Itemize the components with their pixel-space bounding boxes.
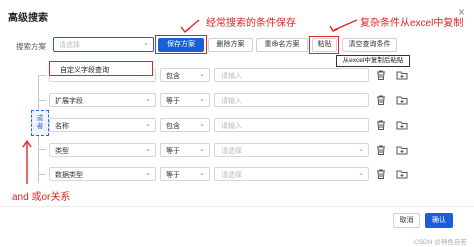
trash-icon[interactable] — [375, 119, 387, 131]
bracket-tick — [38, 100, 46, 101]
field-select[interactable]: 类型 ⌄ — [49, 143, 156, 157]
operator-value: 包含 — [166, 73, 180, 80]
field-select-value: 类型 — [55, 148, 69, 155]
value-input[interactable]: 请输入 — [214, 68, 369, 82]
value-select[interactable]: 请选择 ⌄ — [214, 167, 369, 181]
operator-select[interactable]: 包含 ⌄ — [160, 68, 210, 82]
chevron-down-icon: ⌄ — [199, 146, 205, 153]
chevron-down-icon: ⌄ — [358, 146, 364, 153]
chevron-down-icon: ⌄ — [199, 121, 205, 128]
field-select-value: 扩展字段 — [55, 98, 83, 105]
bracket-tick — [38, 149, 46, 150]
conjunction-toggle[interactable]: 或者 — [31, 110, 49, 136]
watermark: CSDN @神色自若 — [414, 239, 467, 246]
value-placeholder: 请输入 — [221, 73, 242, 80]
value-placeholder: 请输入 — [221, 98, 242, 105]
trash-icon[interactable] — [375, 144, 387, 156]
chevron-down-icon: ⌄ — [145, 121, 151, 128]
field-select[interactable]: 扩展字段 ⌄ — [49, 93, 156, 107]
field-select[interactable]: 数据类型 ⌄ — [49, 167, 156, 181]
chevron-down-icon: ⌄ — [145, 170, 151, 177]
operator-select[interactable]: 等于 ⌄ — [160, 93, 210, 107]
chevron-down-icon: ⌄ — [145, 146, 151, 153]
save-arrow-head — [180, 26, 191, 33]
operator-select[interactable]: 等于 ⌄ — [160, 143, 210, 157]
footer-divider — [0, 206, 474, 207]
trash-icon[interactable] — [375, 94, 387, 106]
operator-select[interactable]: 包含 ⌄ — [160, 118, 210, 132]
chevron-down-icon: ⌄ — [145, 96, 151, 103]
conjunction-label: 或者 — [36, 115, 44, 130]
operator-value: 包含 — [166, 123, 180, 130]
add-folder-icon[interactable] — [396, 69, 408, 81]
bracket-tick — [38, 75, 46, 76]
dropdown-option-label: 自定义字段查询 — [60, 67, 109, 74]
cancel-button[interactable]: 取消 — [393, 213, 420, 228]
trash-icon[interactable] — [375, 168, 387, 180]
value-placeholder: 请选择 — [221, 172, 242, 179]
chevron-down-icon: ⌄ — [358, 170, 364, 177]
add-folder-icon[interactable] — [396, 119, 408, 131]
bracket-tick — [38, 174, 46, 175]
value-placeholder: 请选择 — [221, 148, 242, 155]
value-input[interactable]: 请输入 — [214, 118, 369, 132]
operator-value: 等于 — [166, 148, 180, 155]
chevron-down-icon: ⌄ — [199, 96, 205, 103]
chevron-down-icon: ⌄ — [199, 170, 205, 177]
field-select[interactable]: 名称 ⌄ — [49, 118, 156, 132]
trash-icon[interactable] — [375, 69, 387, 81]
add-folder-icon[interactable] — [396, 144, 408, 156]
value-input[interactable]: 请输入 — [214, 93, 369, 107]
value-placeholder: 请输入 — [221, 123, 242, 130]
field-select-value: 名称 — [55, 123, 69, 130]
operator-value: 等于 — [166, 172, 180, 179]
confirm-button[interactable]: 确认 — [425, 213, 453, 228]
operator-select[interactable]: 等于 ⌄ — [160, 167, 210, 181]
field-select-value: 数据类型 — [55, 172, 83, 179]
value-select[interactable]: 请选择 ⌄ — [214, 143, 369, 157]
chevron-down-icon: ⌄ — [199, 71, 205, 78]
add-folder-icon[interactable] — [396, 168, 408, 180]
field-dropdown-option[interactable]: 自定义字段查询 — [49, 61, 153, 76]
operator-value: 等于 — [166, 98, 180, 105]
add-folder-icon[interactable] — [396, 94, 408, 106]
